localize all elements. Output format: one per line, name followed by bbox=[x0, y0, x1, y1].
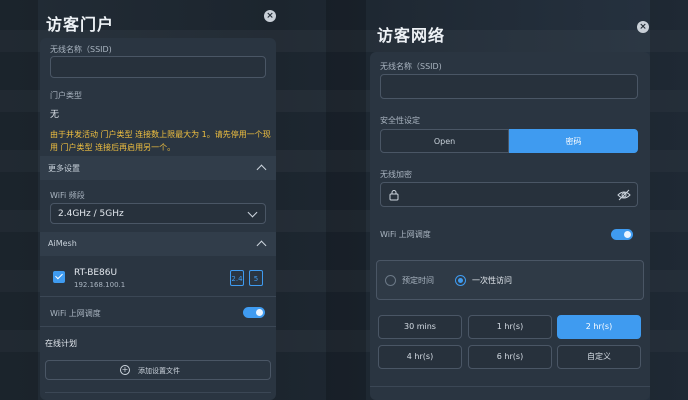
node-checkbox[interactable] bbox=[53, 271, 65, 283]
one-time-access-radio[interactable] bbox=[455, 275, 466, 286]
wifi-band-value: 2.4GHz / 5GHz bbox=[58, 209, 124, 219]
divider bbox=[370, 386, 650, 387]
scheduled-time-radio[interactable] bbox=[385, 275, 396, 286]
wifi-schedule-label: WiFi 上网调度 bbox=[380, 230, 431, 239]
band-2g-icon[interactable]: 2.4 bbox=[230, 270, 244, 286]
more-settings-header[interactable]: 更多设置 bbox=[40, 156, 276, 180]
encryption-label: 无线加密 bbox=[380, 170, 412, 179]
wifi-schedule-label: WiFi 上网调度 bbox=[50, 309, 101, 318]
password-input[interactable] bbox=[380, 182, 638, 207]
concurrency-warning: 由于并发活动 门户类型 连接数上限最大为 1。请先停用一个现用 门户类型 连接后… bbox=[50, 130, 271, 152]
background-strip bbox=[326, 0, 366, 400]
guest-network-card: 无线名称（SSID) 安全性设定 Open 密码 无线加密 WiFi 上网调度 … bbox=[370, 52, 650, 400]
node-ip: 192.168.100.1 bbox=[74, 281, 126, 289]
divider bbox=[45, 392, 271, 393]
duration-4-hr-button[interactable]: 4 hr(s) bbox=[378, 345, 462, 369]
wifi-band-select[interactable]: 2.4GHz / 5GHz bbox=[50, 203, 266, 224]
security-password-option[interactable]: 密码 bbox=[509, 129, 638, 153]
schedule-mode-box: 预定时间 一次性访问 bbox=[376, 260, 644, 300]
online-plan-label: 在线计划 bbox=[45, 339, 77, 348]
duration-30-mins-button[interactable]: 30 mins bbox=[378, 315, 462, 339]
aimesh-header[interactable]: AiMesh bbox=[40, 232, 276, 256]
ssid-label: 无线名称（SSID) bbox=[380, 62, 442, 71]
security-label: 安全性设定 bbox=[380, 116, 420, 125]
portal-type-label: 门户类型 bbox=[50, 91, 82, 100]
security-open-option[interactable]: Open bbox=[380, 129, 509, 153]
chevron-up-icon bbox=[256, 164, 267, 175]
divider bbox=[40, 326, 276, 327]
node-name: RT-BE86U bbox=[74, 268, 118, 278]
wifi-band-label: WiFi 频段 bbox=[50, 191, 85, 200]
wifi-schedule-toggle[interactable] bbox=[611, 229, 633, 240]
portal-type-value: 无 bbox=[50, 110, 60, 120]
background-strip bbox=[0, 0, 38, 400]
add-profile-button[interactable]: + 添加设置文件 bbox=[45, 360, 271, 380]
lock-icon bbox=[389, 190, 399, 201]
ssid-input[interactable] bbox=[50, 56, 266, 78]
band-5g-icon[interactable]: 5 bbox=[249, 270, 263, 286]
aimesh-label: AiMesh bbox=[48, 239, 77, 248]
wifi-schedule-toggle[interactable] bbox=[243, 307, 265, 318]
chevron-up-icon bbox=[256, 240, 267, 251]
guest-portal-title: 访客门户 bbox=[46, 15, 115, 34]
chevron-down-icon bbox=[247, 207, 258, 218]
divider bbox=[40, 296, 276, 297]
plus-icon: + bbox=[120, 365, 130, 375]
add-profile-label: 添加设置文件 bbox=[138, 367, 180, 375]
close-icon[interactable]: × bbox=[264, 10, 276, 22]
duration-1-hr-button[interactable]: 1 hr(s) bbox=[468, 315, 552, 339]
ssid-input[interactable] bbox=[380, 74, 638, 99]
guest-network-title: 访客网络 bbox=[377, 26, 446, 45]
background-strip bbox=[650, 0, 688, 400]
duration-6-hr-button[interactable]: 6 hr(s) bbox=[468, 345, 552, 369]
scheduled-time-label: 预定时间 bbox=[402, 276, 434, 285]
duration-custom-button[interactable]: 自定义 bbox=[557, 345, 641, 369]
one-time-access-label: 一次性访问 bbox=[472, 276, 512, 285]
duration-2-hr-button[interactable]: 2 hr(s) bbox=[557, 315, 641, 339]
ssid-label: 无线名称（SSID) bbox=[50, 45, 112, 54]
close-icon[interactable]: × bbox=[637, 21, 649, 33]
more-settings-label: 更多设置 bbox=[48, 164, 80, 173]
eye-off-icon[interactable] bbox=[617, 189, 631, 201]
